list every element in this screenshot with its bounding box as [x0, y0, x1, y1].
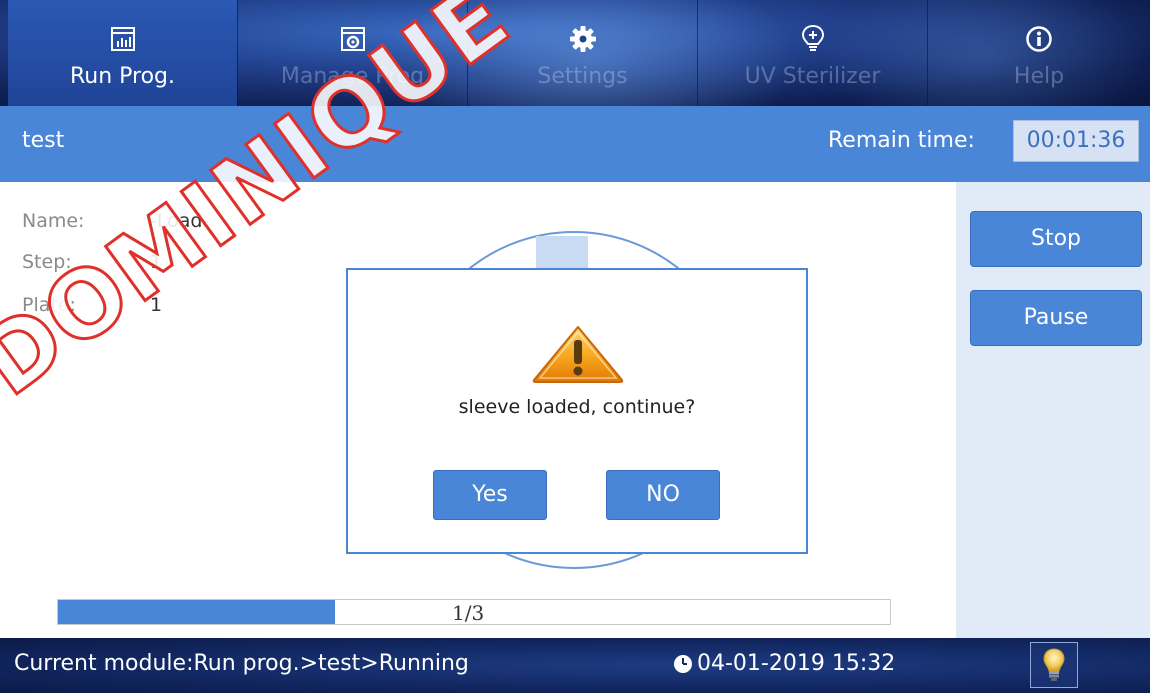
- clock-icon: [673, 654, 693, 678]
- dialog-message: sleeve loaded, continue?: [458, 396, 696, 418]
- stop-button[interactable]: Stop: [970, 211, 1142, 267]
- progress-text: 1/3: [452, 601, 485, 625]
- yes-button[interactable]: Yes: [433, 470, 547, 520]
- pause-button[interactable]: Pause: [970, 290, 1142, 346]
- app-window: Run Prog. Manage Prog Settings UV Steril…: [0, 0, 1150, 693]
- progress-fill: [58, 600, 335, 624]
- warning-icon: [530, 324, 626, 388]
- no-button[interactable]: NO: [606, 470, 720, 520]
- plate-slot: [536, 236, 588, 270]
- lightbulb-icon: [1043, 648, 1065, 681]
- datetime: 04-01-2019 15:32: [697, 651, 896, 676]
- light-toggle-button[interactable]: [1030, 642, 1078, 688]
- current-module-text: Current module:Run prog.>test>Running: [14, 651, 469, 676]
- confirm-dialog: sleeve loaded, continue? Yes NO: [346, 268, 808, 554]
- status-bar: Current module:Run prog.>test>Running 04…: [0, 638, 1150, 693]
